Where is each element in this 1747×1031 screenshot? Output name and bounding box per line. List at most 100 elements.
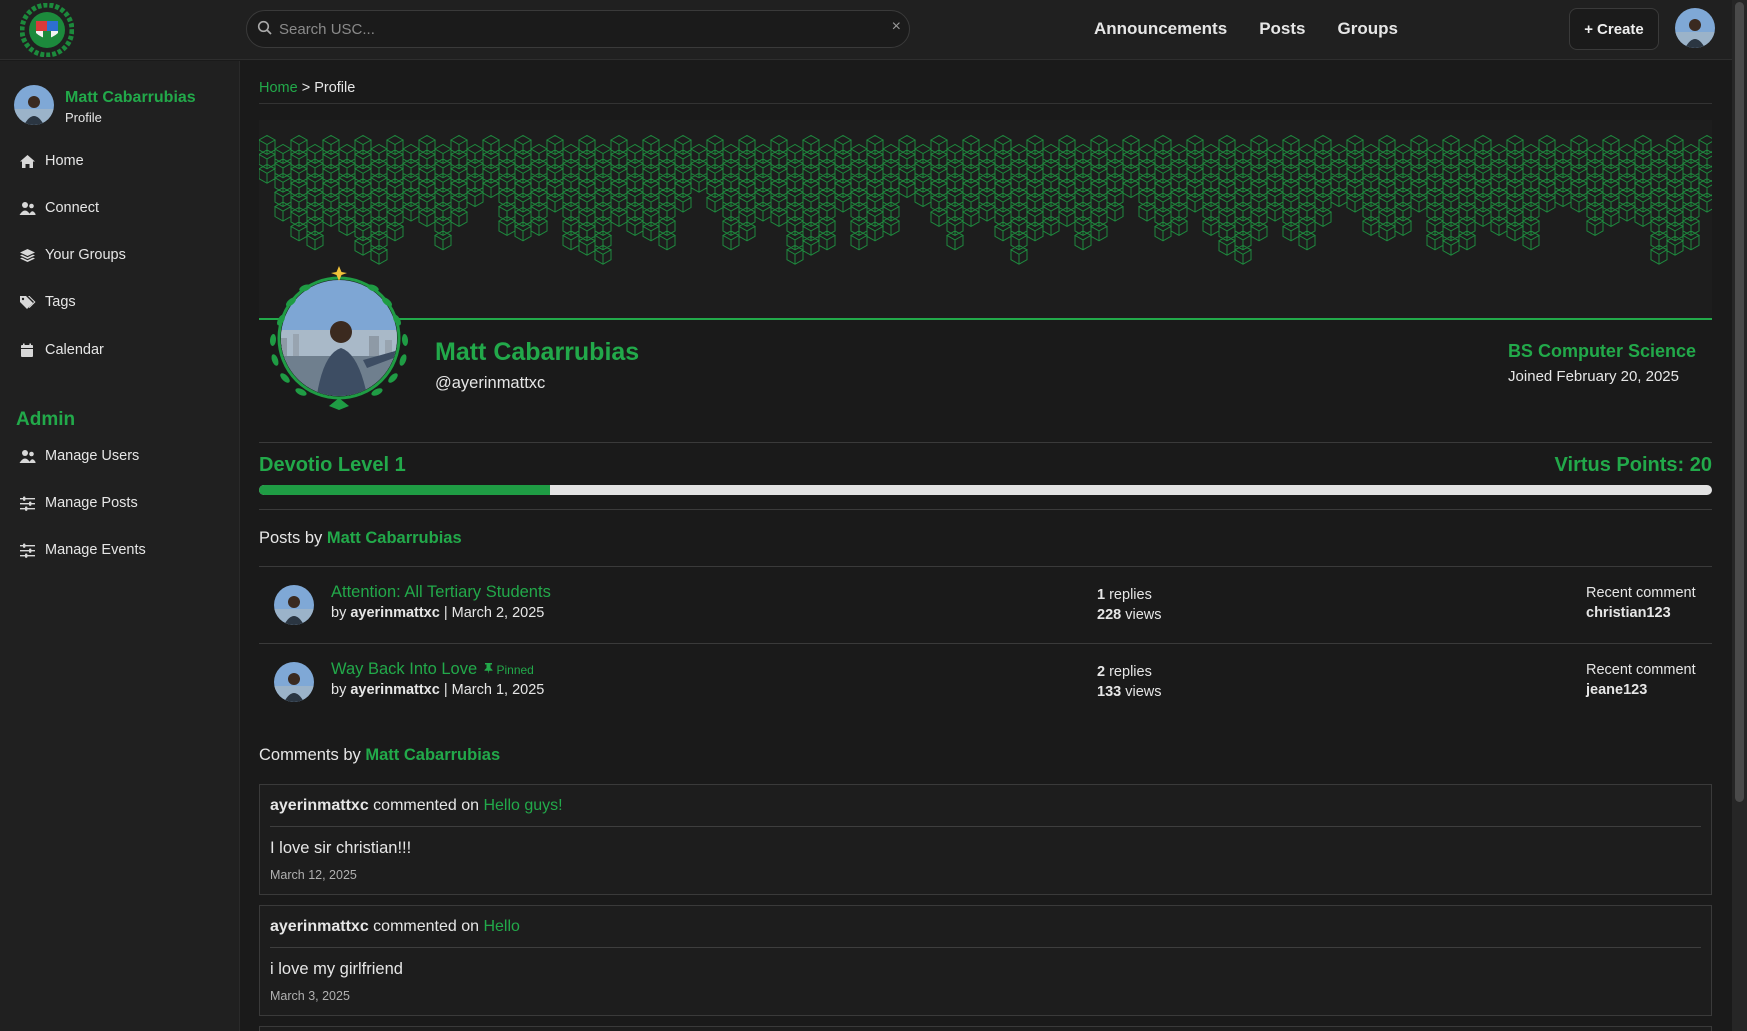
sliders-icon — [20, 496, 35, 511]
sidebar-user-subtitle: Profile — [65, 110, 102, 125]
recent-comment-label: Recent comment — [1586, 662, 1696, 678]
sidebar-item-label: Home — [45, 153, 84, 169]
pinned-label: Pinned — [496, 662, 534, 677]
search-icon — [257, 20, 273, 41]
comments-section-title: Comments by Matt Cabarrubias — [259, 746, 500, 765]
level-progress-bar — [259, 485, 1712, 495]
sidebar-avatar — [14, 85, 54, 125]
divider — [259, 442, 1712, 443]
posts-section-user[interactable]: Matt Cabarrubias — [327, 529, 462, 547]
post-by-label: by — [331, 605, 351, 621]
comments-section-user[interactable]: Matt Cabarrubias — [365, 746, 500, 764]
plus-icon: + — [1584, 20, 1594, 38]
pin-icon — [484, 662, 493, 674]
comments-section-prefix: Comments by — [259, 746, 366, 764]
sidebar-item-label: Tags — [45, 294, 76, 310]
comment-user[interactable]: ayerinmattxc — [270, 918, 369, 935]
post-stats: 1 replies 228 views — [1097, 585, 1162, 625]
user-avatar[interactable] — [1675, 8, 1715, 48]
sidebar-item-label: Your Groups — [45, 247, 126, 263]
post-stats: 2 replies 133 views — [1097, 662, 1162, 702]
users-icon — [19, 201, 36, 215]
sidebar-item-manage-posts[interactable]: Manage Posts — [19, 495, 138, 511]
users-icon — [19, 449, 36, 463]
nav-groups[interactable]: Groups — [1337, 19, 1397, 39]
main-nav: Announcements Posts Groups — [1094, 19, 1398, 39]
post-views-label: views — [1121, 607, 1162, 623]
breadcrumb-home-link[interactable]: Home — [259, 80, 298, 96]
posts-section-title: Posts by Matt Cabarrubias — [259, 529, 462, 548]
divider — [270, 826, 1701, 827]
post-recent-comment: Recent comment christian123 — [1586, 583, 1696, 623]
top-navbar: × Announcements Posts Groups + Create — [0, 0, 1732, 60]
page-scrollbar[interactable] — [1732, 0, 1747, 1031]
post-author[interactable]: ayerinmattxc — [350, 605, 439, 621]
post-views-count: 228 — [1097, 607, 1122, 623]
sidebar-item-calendar[interactable]: Calendar — [19, 342, 104, 358]
divider — [270, 947, 1701, 948]
comment-date: March 12, 2025 — [270, 868, 357, 882]
sidebar-item-manage-users[interactable]: Manage Users — [19, 448, 139, 464]
post-views-label: views — [1121, 684, 1162, 700]
sidebar-item-your-groups[interactable]: Your Groups — [19, 247, 126, 263]
sidebar-item-home[interactable]: Home — [19, 153, 84, 169]
comment-connector: commented on — [368, 918, 484, 935]
comment-text: i love my girlfriend — [270, 960, 403, 978]
create-button[interactable]: + Create — [1569, 8, 1659, 50]
devotio-level: Devotio Level 1 — [259, 454, 406, 476]
sliders-icon — [20, 543, 35, 558]
banner-pattern — [259, 134, 1712, 265]
admin-section-title: Admin — [16, 409, 76, 430]
nav-announcements[interactable]: Announcements — [1094, 19, 1227, 39]
comment-post-link[interactable]: Hello guys! — [483, 797, 562, 814]
clear-search-icon[interactable]: × — [892, 18, 901, 36]
sidebar-item-manage-events[interactable]: Manage Events — [19, 542, 146, 558]
comment-card — [259, 1026, 1712, 1031]
sidebar: Matt Cabarrubias Profile Home Connect Yo… — [0, 61, 240, 1031]
breadcrumb: Home > Profile — [259, 80, 355, 96]
pinned-badge: Pinned — [484, 662, 534, 677]
post-date: | March 2, 2025 — [439, 605, 545, 621]
layers-icon — [20, 248, 35, 262]
posts-section-prefix: Posts by — [259, 529, 327, 547]
profile-program: BS Computer Science — [1507, 341, 1696, 361]
post-title-link[interactable]: Way Back Into Love Pinned — [331, 660, 534, 679]
breadcrumb-separator: > — [297, 80, 315, 96]
post-replies-count: 2 — [1097, 664, 1106, 680]
sidebar-user-name[interactable]: Matt Cabarrubias — [65, 89, 196, 107]
post-author-avatar — [274, 662, 314, 702]
recent-comment-user[interactable]: christian123 — [1586, 605, 1671, 621]
tags-icon — [20, 295, 36, 309]
scrollbar-thumb[interactable] — [1735, 2, 1744, 802]
post-title-link[interactable]: Attention: All Tertiary Students — [331, 583, 551, 602]
comment-user[interactable]: ayerinmattxc — [270, 797, 369, 814]
sidebar-item-connect[interactable]: Connect — [19, 200, 99, 216]
comment-card: ayerinmattxc commented on Hello guys! I … — [259, 784, 1712, 895]
post-date: | March 1, 2025 — [439, 682, 545, 698]
post-views-count: 133 — [1097, 684, 1122, 700]
create-label: Create — [1597, 20, 1644, 38]
search-bar[interactable]: × — [246, 10, 910, 48]
sidebar-item-label: Manage Users — [45, 448, 140, 464]
post-author[interactable]: ayerinmattxc — [350, 682, 439, 698]
breadcrumb-current: Profile — [314, 80, 356, 96]
nav-posts[interactable]: Posts — [1259, 19, 1305, 39]
sidebar-item-label: Connect — [45, 200, 100, 216]
profile-name: Matt Cabarrubias — [435, 338, 640, 366]
post-row[interactable]: Attention: All Tertiary Students by ayer… — [259, 566, 1712, 643]
post-title: Way Back Into Love — [331, 660, 478, 678]
recent-comment-user[interactable]: jeane123 — [1586, 682, 1647, 698]
sidebar-item-tags[interactable]: Tags — [19, 294, 76, 310]
post-by-label: by — [331, 682, 351, 698]
profile-joined-date: Joined February 20, 2025 — [1508, 368, 1679, 385]
post-title: Attention: All Tertiary Students — [331, 583, 551, 601]
search-input[interactable] — [279, 19, 869, 39]
comment-connector: commented on — [368, 797, 484, 814]
post-recent-comment: Recent comment jeane123 — [1586, 660, 1696, 700]
level-progress-fill — [259, 485, 550, 495]
profile-banner — [259, 120, 1712, 320]
usc-logo[interactable] — [19, 2, 75, 58]
comment-text: I love sir christian!!! — [270, 839, 412, 857]
comment-post-link[interactable]: Hello — [483, 918, 519, 935]
post-row[interactable]: Way Back Into Love Pinned by ayerinmattx… — [259, 643, 1712, 720]
